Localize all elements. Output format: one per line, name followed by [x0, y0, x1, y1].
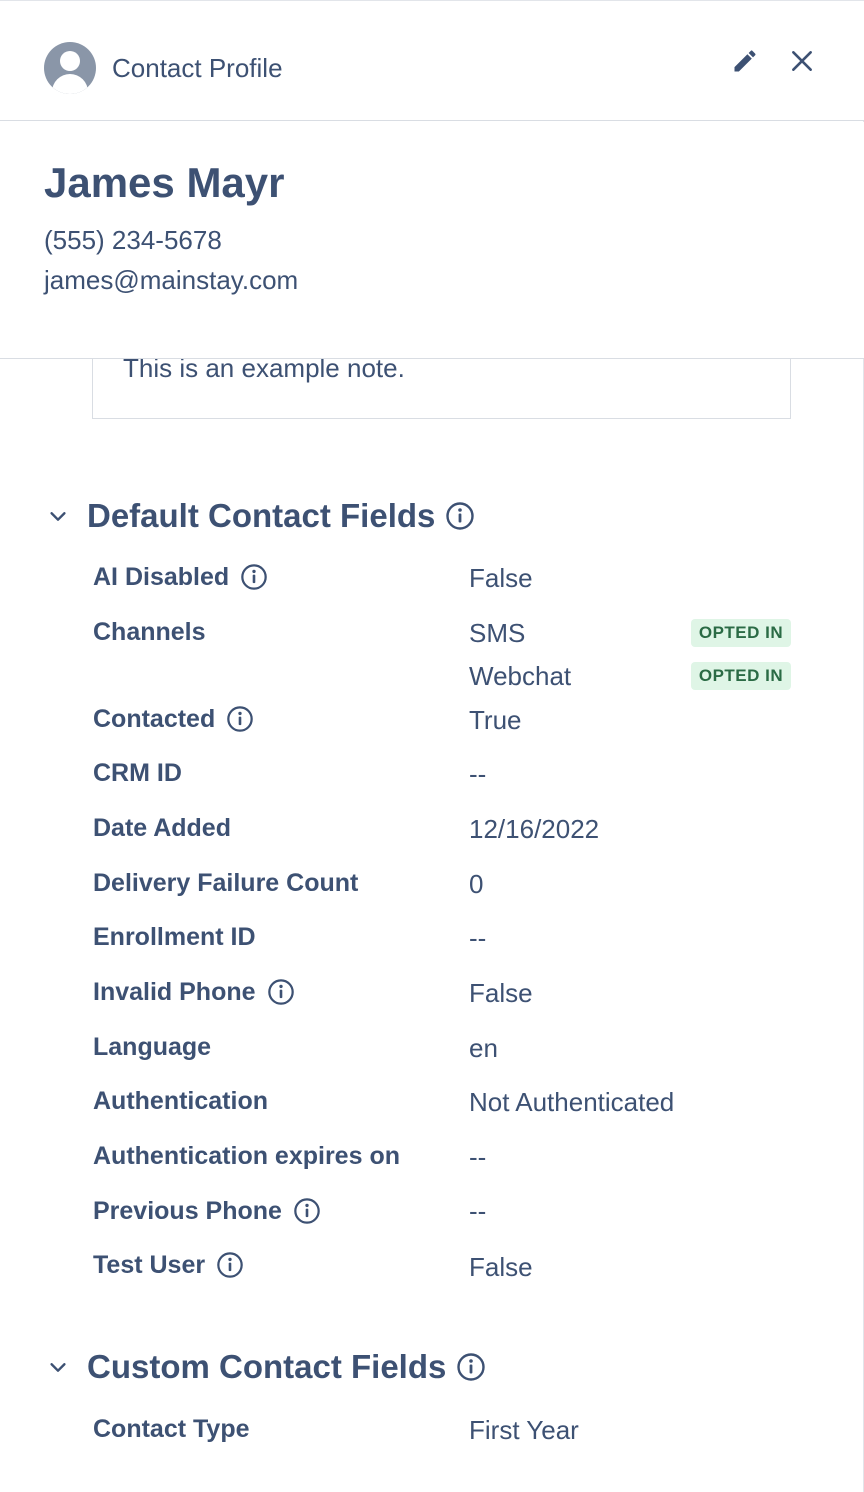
field-value-contact-type: First Year: [469, 1415, 579, 1445]
pencil-icon: [734, 50, 756, 72]
contact-identity: James Mayr (555) 234-5678 james@mainstay…: [0, 122, 864, 359]
close-icon: [792, 51, 812, 71]
status-badge: OPTED IN: [691, 619, 791, 647]
panel-header: Contact Profile: [0, 1, 864, 121]
panel-title: Contact Profile: [112, 53, 283, 83]
contact-profile-panel: This is an example note. Contact Profile…: [0, 0, 864, 1492]
field-label-date-added: Date Added: [93, 814, 231, 842]
field-value-authentication-expires-on: --: [469, 1142, 487, 1172]
field-value-previous-phone: --: [469, 1196, 487, 1226]
field-label-language: Language: [93, 1033, 212, 1061]
field-value-authentication: Not Authenticated: [469, 1087, 675, 1117]
field-label-invalid-phone: Invalid Phone: [93, 976, 295, 1008]
info-icon[interactable]: [267, 978, 295, 1006]
status-badge: OPTED IN: [691, 662, 791, 690]
field-label-previous-phone: Previous Phone: [93, 1195, 321, 1227]
field-value-language: en: [469, 1033, 498, 1063]
field-label-contacted: Contacted: [93, 703, 254, 735]
info-icon[interactable]: [456, 1352, 486, 1382]
channel-webchat: Webchat: [469, 661, 572, 691]
field-value-crm-id: --: [469, 759, 487, 789]
default-fields-title: Default Contact Fields: [87, 497, 436, 534]
chevron-down-icon[interactable]: [44, 502, 72, 530]
edit-button[interactable]: [729, 45, 761, 77]
info-icon[interactable]: [216, 1251, 244, 1279]
field-label-enrollment-id: Enrollment ID: [93, 923, 256, 951]
field-value-contacted: True: [469, 705, 522, 735]
field-label-test-user: Test User: [93, 1249, 244, 1281]
field-value-delivery-failure-count: 0: [469, 869, 484, 899]
field-label-crm-id: CRM ID: [93, 759, 182, 787]
chevron-down-icon[interactable]: [44, 1353, 72, 1381]
close-button[interactable]: [786, 45, 818, 77]
user-avatar-icon: [44, 42, 96, 94]
field-value-invalid-phone: False: [469, 978, 533, 1008]
field-label-authentication: Authentication: [93, 1087, 268, 1115]
info-icon[interactable]: [240, 563, 268, 591]
field-value-test-user: False: [469, 1252, 533, 1282]
contact-name: James Mayr: [44, 159, 285, 206]
default-fields-header: Default Contact Fields: [44, 496, 475, 536]
contact-email: james@mainstay.com: [44, 265, 299, 295]
contact-phone: (555) 234-5678: [44, 225, 222, 255]
field-label-channels: Channels: [93, 618, 206, 646]
info-icon[interactable]: [226, 705, 254, 733]
field-value-enrollment-id: --: [469, 923, 487, 953]
channel-sms: SMS: [469, 618, 526, 648]
field-label-authentication-expires-on: Authentication expires on: [93, 1142, 400, 1170]
field-value-ai-disabled: False: [469, 563, 533, 593]
custom-fields-header: Custom Contact Fields: [44, 1347, 486, 1387]
info-icon[interactable]: [293, 1197, 321, 1225]
custom-fields-title: Custom Contact Fields: [87, 1348, 447, 1385]
info-icon[interactable]: [445, 501, 475, 531]
field-label-delivery-failure-count: Delivery Failure Count: [93, 869, 359, 897]
field-label-ai-disabled: AI Disabled: [93, 561, 268, 593]
field-value-date-added: 12/16/2022: [469, 814, 600, 844]
field-label-contact-type: Contact Type: [93, 1415, 250, 1443]
